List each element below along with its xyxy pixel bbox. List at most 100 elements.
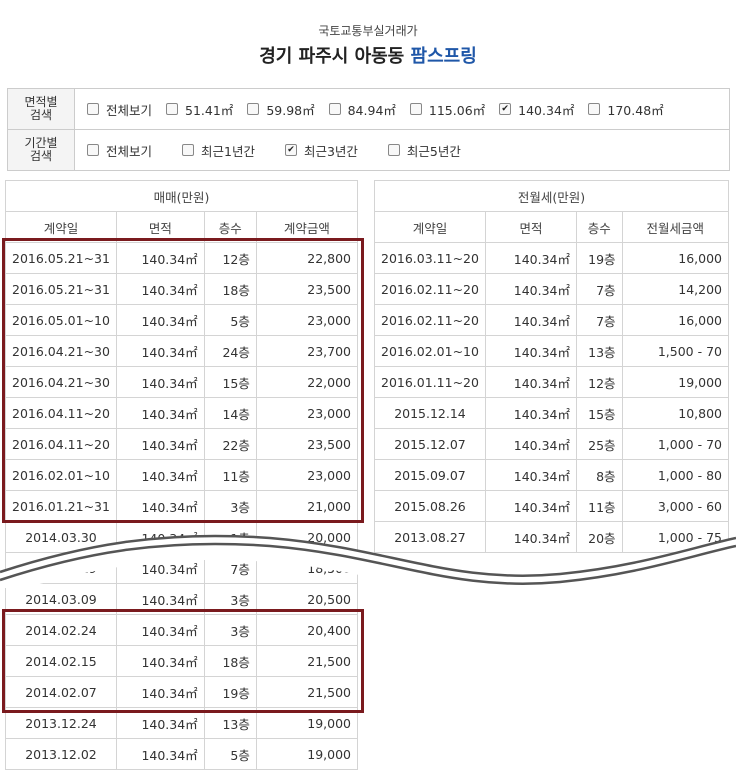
checkbox[interactable] xyxy=(328,103,341,115)
floor-cell: 15층 xyxy=(203,366,257,398)
period-filter-option[interactable]: 최근5년간 xyxy=(387,141,461,160)
area-cell: 140.34㎡ xyxy=(115,335,205,367)
area-cell: 140.34㎡ xyxy=(115,738,205,770)
contract-date-cell: 2015.08.26 xyxy=(374,490,486,522)
area-filter-option[interactable]: 115.06㎡ xyxy=(409,100,486,119)
sale-column-header: 계약금액 xyxy=(255,211,359,243)
floor-cell: 13층 xyxy=(576,335,623,367)
contract-date-cell: 2013.12.24 xyxy=(5,707,117,739)
area-filter-option[interactable]: ✔ 140.34㎡ xyxy=(499,100,574,119)
floor-cell: 5층 xyxy=(203,304,257,336)
period-filter-option[interactable]: 최근1년간 xyxy=(182,141,255,160)
area-filter-option[interactable]: 170.48㎡ xyxy=(588,100,664,119)
checkbox[interactable] xyxy=(387,144,400,156)
checkbox[interactable] xyxy=(588,103,601,115)
floor-cell: 14층 xyxy=(203,397,257,429)
area-filter-option-label: 140.34㎡ xyxy=(518,102,575,118)
area-cell: 140.34㎡ xyxy=(115,645,205,677)
floor-cell: 18층 xyxy=(203,645,257,677)
period-filter-option-label: 최근3년간 xyxy=(303,143,358,159)
floor-cell: 3층 xyxy=(203,614,257,646)
price-cell: 23,500 xyxy=(255,273,359,305)
price-cell: 16,000 xyxy=(621,242,730,274)
area-cell: 140.34㎡ xyxy=(115,273,205,305)
area-filter-options: 전체보기 51.41㎡ 59.98㎡ 84.94㎡ 115.06㎡ ✔ 140.34㎡ 170… xyxy=(75,100,729,119)
area-cell: 140.34㎡ xyxy=(115,397,205,429)
rent-column-header: 전월세금액 xyxy=(621,211,730,243)
area-filter-option[interactable]: 84.94㎡ xyxy=(328,100,396,119)
table-row: 2015.09.07 140.34㎡ 8층 1,000 - 80 xyxy=(374,459,730,491)
floor-cell: 5층 xyxy=(203,738,257,770)
period-filter-option[interactable]: 전체보기 xyxy=(87,141,152,160)
table-row: 2015.12.14 140.34㎡ 15층 10,800 xyxy=(374,397,730,429)
area-cell: 140.34㎡ xyxy=(484,397,578,429)
price-cell: 1,000 - 70 xyxy=(621,428,730,460)
contract-date-cell: 2016.04.21~30 xyxy=(5,335,117,367)
table-row: 2016.04.21~30 140.34㎡ 24층 23,700 xyxy=(5,335,359,367)
price-cell: 23,000 xyxy=(255,397,359,429)
table-row: 2016.05.21~31 140.34㎡ 18층 23,500 xyxy=(5,273,359,305)
floor-cell: 11층 xyxy=(203,459,257,491)
page-title: 경기 파주시 아동동 팜스프링 xyxy=(0,42,736,68)
checkbox[interactable] xyxy=(182,144,195,156)
table-row: 2016.05.01~10 140.34㎡ 5층 23,000 xyxy=(5,304,359,336)
table-row: 2014.02.24 140.34㎡ 3층 20,400 xyxy=(5,614,359,646)
rent-column-header: 계약일 xyxy=(374,211,486,243)
checkbox-checked[interactable]: ✔ xyxy=(284,144,297,156)
area-cell: 140.34㎡ xyxy=(484,459,578,491)
area-filter-option-label: 51.41㎡ xyxy=(185,102,234,118)
contract-date-cell: 2016.02.11~20 xyxy=(374,273,486,305)
table-row: 2013.12.24 140.34㎡ 13층 19,000 xyxy=(5,707,359,739)
area-filter-option[interactable]: 전체보기 xyxy=(87,100,152,119)
checkbox[interactable] xyxy=(166,103,179,115)
contract-date-cell: 2016.05.21~31 xyxy=(5,273,117,305)
floor-cell: 13층 xyxy=(203,707,257,739)
checkbox[interactable] xyxy=(247,103,260,115)
title-apartment-name: 팜스프링 xyxy=(410,46,477,67)
table-row: 2016.04.11~20 140.34㎡ 22층 23,500 xyxy=(5,428,359,460)
period-filter-option-label: 전체보기 xyxy=(106,143,153,159)
table-row: 2016.01.11~20 140.34㎡ 12층 19,000 xyxy=(374,366,730,398)
sale-column-header: 면적 xyxy=(115,211,205,243)
price-cell: 16,000 xyxy=(621,304,730,336)
price-cell: 3,000 - 60 xyxy=(621,490,730,522)
area-filter-option[interactable]: 59.98㎡ xyxy=(247,100,315,119)
area-cell: 140.34㎡ xyxy=(115,366,205,398)
table-row: 2016.04.11~20 140.34㎡ 14층 23,000 xyxy=(5,397,359,429)
checkbox[interactable] xyxy=(87,144,99,156)
price-cell: 1,000 - 80 xyxy=(621,459,730,491)
price-cell: 1,500 - 70 xyxy=(621,335,730,367)
area-cell: 140.34㎡ xyxy=(115,676,205,708)
price-cell: 19,000 xyxy=(255,707,359,739)
price-cell: 20,500 xyxy=(255,583,359,615)
contract-date-cell: 2016.03.11~20 xyxy=(374,242,486,274)
area-filter-label: 면적별 검색 xyxy=(7,88,75,130)
area-filter-option[interactable]: 51.41㎡ xyxy=(166,100,233,119)
checkbox[interactable] xyxy=(87,103,99,115)
floor-cell: 19층 xyxy=(576,242,623,274)
contract-date-cell: 2015.12.07 xyxy=(374,428,486,460)
contract-date-cell: 2016.05.21~31 xyxy=(5,242,117,274)
period-filter-label: 기간별 검색 xyxy=(7,129,75,171)
floor-cell: 24층 xyxy=(203,335,257,367)
price-cell: 14,200 xyxy=(621,273,730,305)
area-filter-option-label: 115.06㎡ xyxy=(428,102,486,118)
floor-cell: 15층 xyxy=(576,397,623,429)
area-cell: 140.34㎡ xyxy=(484,428,578,460)
area-cell: 140.34㎡ xyxy=(484,242,578,274)
checkbox[interactable] xyxy=(409,103,422,115)
period-filter-option-label: 최근1년간 xyxy=(201,143,255,159)
area-cell: 140.34㎡ xyxy=(484,490,578,522)
table-row: 2014.03.09 140.34㎡ 3층 20,500 xyxy=(5,583,359,615)
table-row: 2016.01.21~31 140.34㎡ 3층 21,000 xyxy=(5,490,359,522)
area-cell: 140.34㎡ xyxy=(115,304,205,336)
checkbox-checked[interactable]: ✔ xyxy=(499,103,512,115)
price-cell: 19,000 xyxy=(255,738,359,770)
period-filter-option[interactable]: ✔ 최근3년간 xyxy=(284,141,358,160)
area-cell: 140.34㎡ xyxy=(484,335,578,367)
contract-date-cell: 2014.02.07 xyxy=(5,676,117,708)
area-cell: 140.34㎡ xyxy=(115,459,205,491)
floor-cell: 3층 xyxy=(203,490,257,522)
contract-date-cell: 2016.04.11~20 xyxy=(5,397,117,429)
price-cell: 23,700 xyxy=(255,335,359,367)
